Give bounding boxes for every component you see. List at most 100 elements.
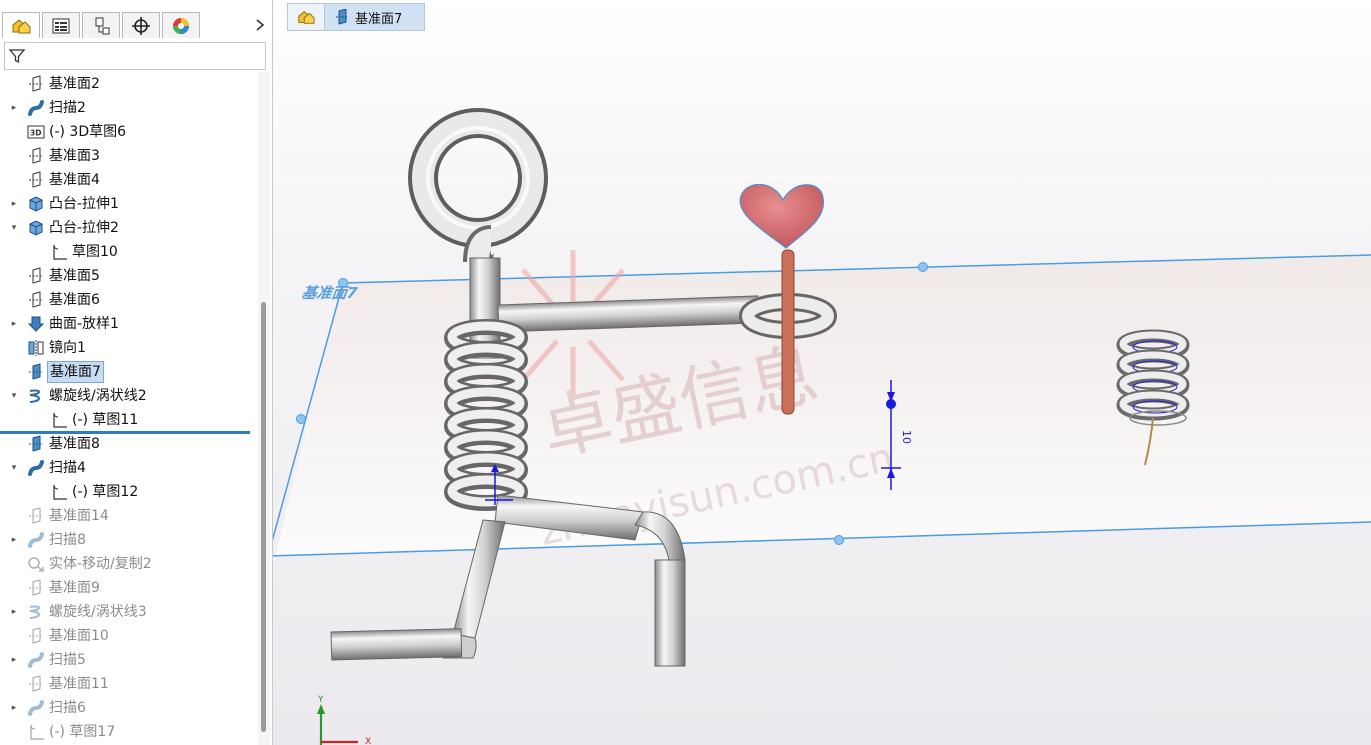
tree-item[interactable]: 基准面3	[0, 144, 258, 168]
feature-tree: 基准面2 ▸ 扫描2 3D (-) 3D草图6 基准面3 基准面4 ▸ 凸台-拉伸1 ▾ 凸台-拉伸…	[0, 72, 258, 745]
tree-item-label: 基准面10	[49, 628, 109, 644]
plane-blue-icon	[27, 435, 45, 453]
tree-item-label: 基准面11	[49, 676, 109, 692]
tree-item-label: (-) 草图12	[72, 484, 139, 500]
feature-manager-tab[interactable]	[2, 12, 40, 38]
sweep-icon	[27, 651, 45, 669]
tree-item[interactable]: 基准面9	[0, 576, 258, 600]
part-icon	[298, 11, 315, 24]
breadcrumb-item-plane7[interactable]: 基准面7	[325, 4, 425, 30]
tree-item-label: 扫描5	[49, 652, 86, 668]
tree-item-label: 实体-移动/复制2	[49, 556, 152, 572]
plane-icon	[27, 507, 45, 525]
tree-item-label: 基准面5	[49, 268, 100, 284]
tree-item[interactable]: 基准面14	[0, 504, 258, 528]
chevron-right-icon[interactable]	[250, 14, 270, 36]
tree-item[interactable]: ▸ 螺旋线/涡状线3	[0, 600, 258, 624]
tree-item[interactable]: ▸ 曲面-放样1	[0, 312, 258, 336]
plane-handle[interactable]	[834, 535, 844, 545]
extrude-icon	[27, 219, 45, 237]
configuration-manager-icon	[95, 17, 110, 34]
rollback-bar[interactable]	[0, 431, 250, 434]
manager-tab-bar	[0, 10, 272, 40]
configuration-manager-tab[interactable]	[82, 12, 120, 38]
tree-item[interactable]: 基准面6	[0, 288, 258, 312]
tree-item[interactable]: 镜向1	[0, 336, 258, 360]
tree-item[interactable]: 基准面7	[0, 360, 258, 384]
caret-down-icon[interactable]: ▾	[9, 463, 19, 473]
tree-item-label: 扫描4	[49, 460, 86, 476]
move-icon	[27, 555, 45, 573]
caret-right-icon[interactable]: ▸	[9, 607, 19, 617]
tree-item[interactable]: ▸ 扫描5	[0, 648, 258, 672]
tree-item-label: (-) 3D草图6	[49, 124, 127, 140]
graphics-viewport[interactable]: 基准面7 卓盛信息 zhuoyisun.com.cn 10 Y X 基准面7	[273, 0, 1371, 745]
tree-item-label: 基准面7	[47, 361, 104, 383]
tree-item[interactable]: ▾ 扫描4	[0, 456, 258, 480]
caret-down-icon[interactable]: ▾	[9, 391, 19, 401]
caret-down-icon[interactable]: ▾	[9, 223, 19, 233]
plane-handle[interactable]	[918, 262, 928, 272]
breadcrumb-part-button[interactable]	[288, 4, 325, 30]
tree-item[interactable]: ▸ 扫描2	[0, 96, 258, 120]
caret-right-icon[interactable]: ▸	[9, 103, 19, 113]
sketch-icon	[50, 483, 68, 501]
model-scene[interactable]: 基准面7 卓盛信息 zhuoyisun.com.cn 10 Y X	[273, 0, 1371, 745]
tree-item-label: 扫描8	[49, 532, 86, 548]
display-manager-tab[interactable]	[162, 12, 200, 38]
helix-icon	[27, 603, 45, 621]
tree-filter-input[interactable]	[4, 42, 266, 70]
tree-item-label: (-) 草图11	[72, 412, 139, 428]
tree-item[interactable]: 实体-移动/复制2	[0, 552, 258, 576]
tree-item[interactable]: ▸ 扫描6	[0, 696, 258, 720]
tree-item[interactable]: (-) 草图17	[0, 720, 258, 744]
property-manager-icon	[52, 18, 70, 33]
plane-blue-icon	[27, 363, 45, 381]
tree-item[interactable]: 基准面2	[0, 72, 258, 96]
coordinate-triad[interactable]: Y X	[317, 695, 371, 745]
tree-item[interactable]: 基准面8	[0, 432, 258, 456]
plane-icon	[27, 147, 45, 165]
dimension-value[interactable]: 10	[900, 430, 913, 444]
tree-scrollbar[interactable]	[258, 72, 270, 745]
breadcrumb-label: 基准面7	[355, 11, 403, 27]
tree-item-label: 基准面6	[49, 292, 100, 308]
dimxpert-tab[interactable]	[122, 12, 160, 38]
sketch-icon	[50, 243, 68, 261]
plane-icon	[27, 627, 45, 645]
sketch-icon	[50, 411, 68, 429]
tree-item[interactable]: ▾ 螺旋线/涡状线2	[0, 384, 258, 408]
caret-right-icon[interactable]: ▸	[9, 199, 19, 209]
tree-item-label: 扫描2	[49, 100, 86, 116]
loft-icon	[27, 315, 45, 333]
plane-label: 基准面7	[301, 284, 359, 302]
property-manager-tab[interactable]	[42, 12, 80, 38]
tree-item-label: 基准面3	[49, 148, 100, 164]
tree-item-label: 镜向1	[49, 340, 86, 356]
tree-item[interactable]: 基准面11	[0, 672, 258, 696]
svg-text:3D: 3D	[30, 129, 41, 138]
caret-right-icon[interactable]: ▸	[9, 535, 19, 545]
sweep-icon	[27, 459, 45, 477]
tree-item[interactable]: (-) 草图11	[0, 408, 258, 432]
caret-right-icon[interactable]: ▸	[9, 655, 19, 665]
scrollbar-thumb[interactable]	[261, 302, 266, 732]
tree-item[interactable]: 草图10	[0, 240, 258, 264]
tree-item[interactable]: 基准面10	[0, 624, 258, 648]
tree-item[interactable]: 基准面5	[0, 264, 258, 288]
plane-handle[interactable]	[296, 414, 306, 424]
tree-item[interactable]: ▸ 扫描8	[0, 528, 258, 552]
tree-item[interactable]: ▾ 凸台-拉伸2	[0, 216, 258, 240]
tree-item-label: 草图10	[72, 244, 118, 260]
tree-item[interactable]: 3D (-) 3D草图6	[0, 120, 258, 144]
tree-item[interactable]: (-) 草图12	[0, 480, 258, 504]
tree-item-label: 螺旋线/涡状线2	[49, 388, 147, 404]
plane-icon	[27, 75, 45, 93]
caret-right-icon[interactable]: ▸	[9, 319, 19, 329]
axis-x-label: X	[365, 737, 371, 745]
extrude-icon	[27, 195, 45, 213]
tree-item-label: 凸台-拉伸1	[49, 196, 119, 212]
tree-item[interactable]: 基准面4	[0, 168, 258, 192]
tree-item[interactable]: ▸ 凸台-拉伸1	[0, 192, 258, 216]
caret-right-icon[interactable]: ▸	[9, 703, 19, 713]
